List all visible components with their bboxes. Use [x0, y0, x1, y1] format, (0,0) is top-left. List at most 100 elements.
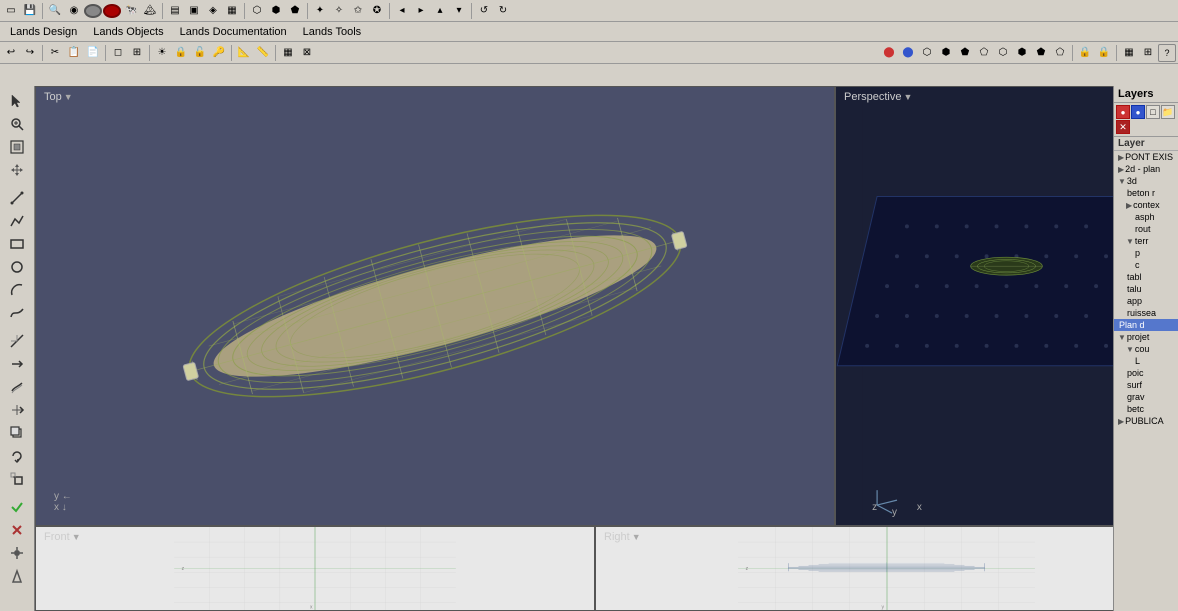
- tb-icon7[interactable]: ◈: [204, 2, 222, 20]
- tb-icon11[interactable]: ⬟: [286, 2, 304, 20]
- layer-3d[interactable]: ▼3d: [1114, 175, 1178, 187]
- tool-rotate[interactable]: [5, 445, 29, 467]
- menu-lands-objects[interactable]: Lands Objects: [85, 24, 171, 40]
- tb-new[interactable]: ▭: [2, 2, 20, 20]
- tb3-icon8[interactable]: ☀: [153, 44, 171, 62]
- layer-icon-delete[interactable]: ✕: [1116, 120, 1130, 134]
- tb-dot1[interactable]: [84, 4, 102, 18]
- layer-plan-d[interactable]: Plan d: [1114, 319, 1178, 331]
- tb3-view5[interactable]: ⬟: [956, 44, 974, 62]
- viewport-top[interactable]: Top ▼: [35, 86, 835, 526]
- menu-lands-design[interactable]: Lands Design: [2, 24, 85, 40]
- tb3-view6[interactable]: ⬠: [975, 44, 993, 62]
- tool-copy[interactable]: [5, 422, 29, 444]
- layer-icon-red[interactable]: ●: [1116, 105, 1130, 119]
- tool-circle[interactable]: [5, 256, 29, 278]
- tb-icon21[interactable]: ↻: [494, 2, 512, 20]
- tb3-icon6[interactable]: ◻: [109, 44, 127, 62]
- tb-icon10[interactable]: ⬢: [267, 2, 285, 20]
- tb3-view9[interactable]: ⬟: [1032, 44, 1050, 62]
- tb-icon3[interactable]: 🐄: [122, 2, 140, 20]
- tb-icon16[interactable]: ◂: [393, 2, 411, 20]
- tb3-icon12[interactable]: 📐: [235, 44, 253, 62]
- tb3-icon14[interactable]: ▦: [279, 44, 297, 62]
- tb3-icon15[interactable]: ⊠: [298, 44, 316, 62]
- layer-rout[interactable]: rout: [1114, 223, 1178, 235]
- tb3-icon1[interactable]: ↩: [2, 44, 20, 62]
- tb-icon5[interactable]: ▤: [166, 2, 184, 20]
- tool-select[interactable]: [5, 90, 29, 112]
- tb3-view3[interactable]: ⬡: [918, 44, 936, 62]
- tool-pan[interactable]: [5, 159, 29, 181]
- tb-icon14[interactable]: ✩: [349, 2, 367, 20]
- layer-cou[interactable]: ▼cou: [1114, 343, 1178, 355]
- tb-zoom[interactable]: 🔍: [46, 2, 64, 20]
- tb3-icon9[interactable]: 🔒: [172, 44, 190, 62]
- tb3-view7[interactable]: ⬡: [994, 44, 1012, 62]
- viewport-right[interactable]: Right ▼: [595, 526, 1178, 611]
- tb3-view10[interactable]: ⬠: [1051, 44, 1069, 62]
- tb-globe[interactable]: ◉: [65, 2, 83, 20]
- tb3-view8[interactable]: ⬢: [1013, 44, 1031, 62]
- tb-icon12[interactable]: ✦: [311, 2, 329, 20]
- layer-betc[interactable]: betc: [1114, 403, 1178, 415]
- tool-move[interactable]: [5, 399, 29, 421]
- viewport-front[interactable]: Front ▼: [35, 526, 595, 611]
- tb3-view1[interactable]: ⬤: [880, 44, 898, 62]
- layer-surf[interactable]: surf: [1114, 379, 1178, 391]
- layer-icon-new[interactable]: □: [1146, 105, 1160, 119]
- layer-poic[interactable]: poic: [1114, 367, 1178, 379]
- tb3-icon2[interactable]: ↪: [21, 44, 39, 62]
- layer-tabl[interactable]: tabl: [1114, 271, 1178, 283]
- tb-save[interactable]: 💾: [21, 2, 39, 20]
- tb-icon18[interactable]: ▴: [431, 2, 449, 20]
- tool-misc2[interactable]: [5, 565, 29, 587]
- tb-icon17[interactable]: ▸: [412, 2, 430, 20]
- tb3-icon11[interactable]: 🔑: [210, 44, 228, 62]
- tb3-icon7[interactable]: ⊞: [128, 44, 146, 62]
- layer-publica[interactable]: ▶PUBLICA: [1114, 415, 1178, 427]
- tb-icon20[interactable]: ↺: [475, 2, 493, 20]
- layer-l[interactable]: L: [1114, 355, 1178, 367]
- tool-offset[interactable]: [5, 376, 29, 398]
- tb-dot2[interactable]: [103, 4, 121, 18]
- tb3-lock2[interactable]: 🔒: [1095, 44, 1113, 62]
- tool-rectangle[interactable]: [5, 233, 29, 255]
- tb-icon4[interactable]: 🏔: [141, 2, 159, 20]
- tool-spline[interactable]: [5, 302, 29, 324]
- tb-icon19[interactable]: ▾: [450, 2, 468, 20]
- tb3-icon4[interactable]: 📋: [65, 44, 83, 62]
- tool-check[interactable]: [5, 496, 29, 518]
- tb-icon13[interactable]: ✧: [330, 2, 348, 20]
- layer-icon-blue[interactable]: ●: [1131, 105, 1145, 119]
- layer-icon-folder[interactable]: 📁: [1161, 105, 1175, 119]
- tb-icon6[interactable]: ▣: [185, 2, 203, 20]
- layer-ruissea[interactable]: ruissea: [1114, 307, 1178, 319]
- tb-icon15[interactable]: ✪: [368, 2, 386, 20]
- tool-trim[interactable]: [5, 330, 29, 352]
- tool-scale[interactable]: [5, 468, 29, 490]
- tb3-lock1[interactable]: 🔒: [1076, 44, 1094, 62]
- tb3-grid2[interactable]: ⊞: [1139, 44, 1157, 62]
- layer-talu[interactable]: talu: [1114, 283, 1178, 295]
- layer-2d-plan[interactable]: ▶2d - plan: [1114, 163, 1178, 175]
- tool-arc[interactable]: [5, 279, 29, 301]
- tool-zoom-extents[interactable]: [5, 136, 29, 158]
- layer-projet[interactable]: ▼projet: [1114, 331, 1178, 343]
- layer-terr[interactable]: ▼terr: [1114, 235, 1178, 247]
- layer-c[interactable]: c: [1114, 259, 1178, 271]
- tool-zoom-window[interactable]: [5, 113, 29, 135]
- tb3-icon13[interactable]: 📏: [254, 44, 272, 62]
- tb3-grid1[interactable]: ▦: [1120, 44, 1138, 62]
- layer-app[interactable]: app: [1114, 295, 1178, 307]
- tool-extend[interactable]: [5, 353, 29, 375]
- tb3-icon10[interactable]: 🔓: [191, 44, 209, 62]
- layer-pont-exis[interactable]: ▶PONT EXIS: [1114, 151, 1178, 163]
- layer-grav[interactable]: grav: [1114, 391, 1178, 403]
- menu-lands-tools[interactable]: Lands Tools: [295, 24, 370, 40]
- layer-asph[interactable]: asph: [1114, 211, 1178, 223]
- tb3-help[interactable]: ?: [1158, 44, 1176, 62]
- layer-p[interactable]: p: [1114, 247, 1178, 259]
- layer-beton[interactable]: beton r: [1114, 187, 1178, 199]
- tb-icon8[interactable]: ▦: [223, 2, 241, 20]
